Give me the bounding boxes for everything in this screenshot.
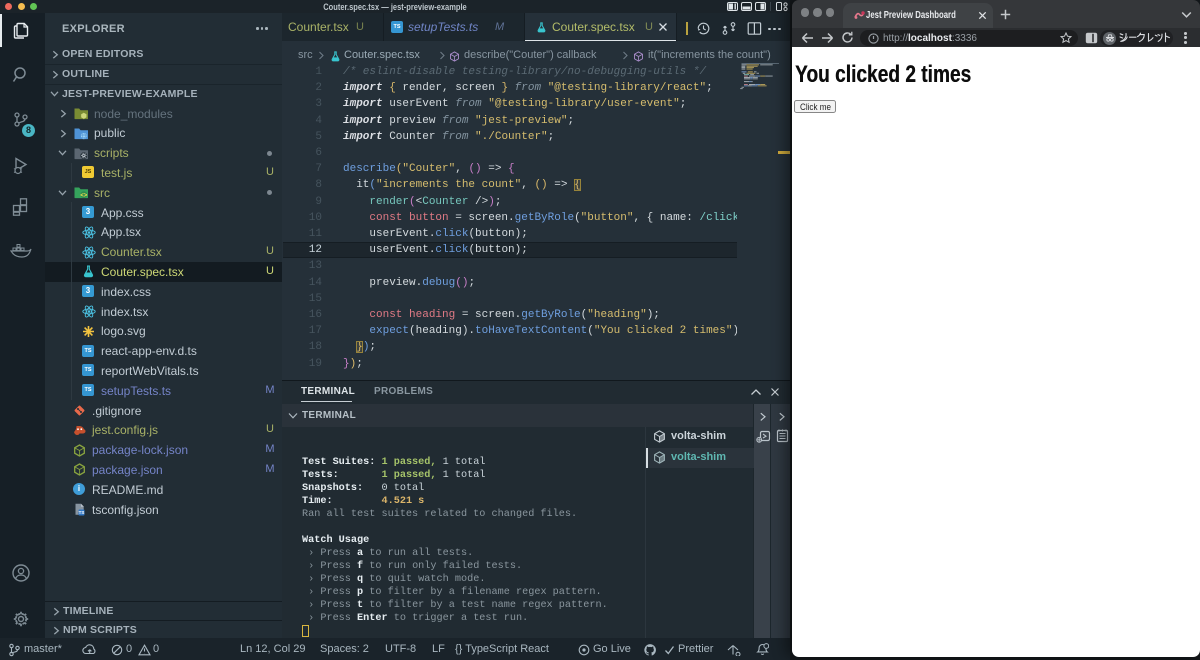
svg-text:TS: TS — [79, 510, 85, 515]
svg-text:<>: <> — [80, 192, 88, 199]
